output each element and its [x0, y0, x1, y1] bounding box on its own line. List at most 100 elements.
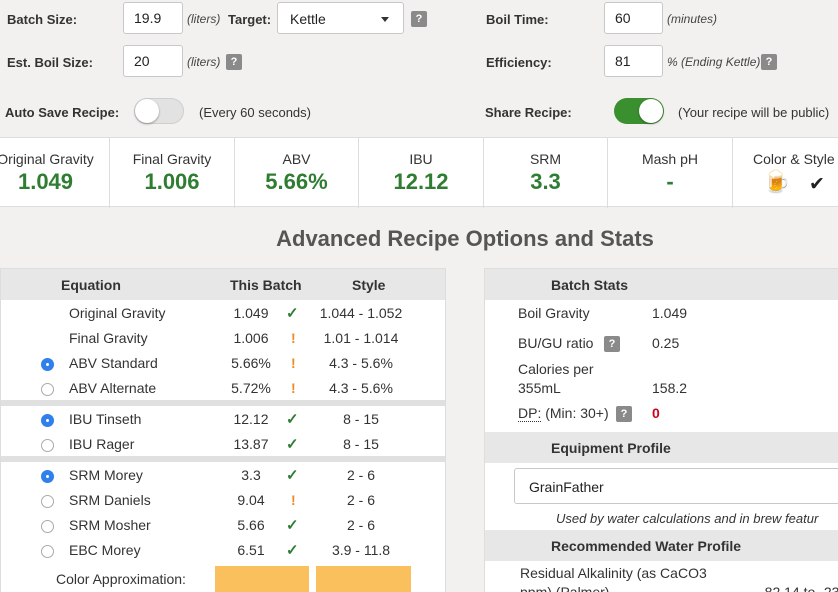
boil-time-label: Boil Time: [486, 12, 549, 27]
est-boil-size-unit: (liters) [187, 55, 221, 69]
stat-title: Mash pH [641, 151, 699, 167]
equation-name: ABV Alternate [69, 380, 157, 396]
batch-value: 1.049 [233, 305, 269, 321]
share-recipe-label: Share Recipe: [485, 105, 572, 120]
residual-alkalinity-label-line1: Residual Alkalinity (as CaCO3 [520, 565, 707, 581]
dp-min: (Min: 30+) [545, 405, 609, 421]
check-icon: ✓ [286, 411, 299, 428]
batch-size-label: Batch Size: [7, 12, 78, 27]
equipment-header: Equipment Profile [485, 432, 838, 463]
col-style: Style [352, 277, 386, 293]
batch-value: 5.72% [231, 380, 271, 396]
equation-radio[interactable] [41, 358, 54, 371]
equation-radio[interactable] [41, 520, 54, 533]
bugu-help-icon[interactable]: ? [604, 336, 620, 352]
stat-value: 12.12 [393, 169, 449, 194]
batch-size-unit: (liters) [187, 12, 221, 26]
equation-name: IBU Rager [69, 436, 135, 452]
stat-mash-ph: Mash pH - [608, 138, 733, 208]
equation-name: IBU Tinseth [69, 411, 142, 427]
style-range: 8 - 15 [343, 436, 379, 452]
equation-name: Original Gravity [69, 305, 166, 321]
batch-stats-title: Batch Stats [551, 277, 629, 293]
bugu-value: 0.25 [652, 335, 680, 351]
equation-radio[interactable] [41, 383, 54, 396]
residual-alkalinity-value: -82.14 to -23 [760, 584, 838, 592]
equation-radio[interactable] [41, 414, 54, 427]
boil-time-input[interactable]: 60 [604, 2, 663, 34]
beer-glass-icon: 🍺 [763, 169, 791, 194]
est-boil-size-input[interactable]: 20 [123, 45, 183, 77]
stat-srm: SRM 3.3 [484, 138, 608, 208]
equipment-select[interactable]: GrainFather [514, 468, 838, 504]
check-icon: ✓ [286, 467, 299, 484]
dp-label: DP: (Min: 30+) [518, 405, 609, 422]
toggle-knob [639, 99, 663, 123]
stat-title: SRM [529, 151, 562, 167]
est-boil-size-label: Est. Boil Size: [7, 55, 93, 70]
toggle-knob [135, 99, 159, 123]
efficiency-help-icon[interactable]: ? [761, 54, 777, 70]
stat-title: IBU [409, 151, 433, 167]
stat-original-gravity: Original Gravity 1.049 [0, 138, 110, 208]
calories-label-line1: Calories per [518, 361, 594, 377]
water-profile-title: Recommended Water Profile [551, 538, 742, 554]
stat-title: Final Gravity [132, 151, 212, 167]
equation-radio[interactable] [41, 439, 54, 452]
bugu-label: BU/GU ratio [518, 335, 594, 351]
share-recipe-toggle[interactable] [614, 98, 664, 124]
equation-radio[interactable] [41, 470, 54, 483]
check-icon: ✓ [286, 305, 299, 322]
style-range: 1.01 - 1.014 [323, 330, 399, 346]
warning-icon: ! [291, 492, 296, 508]
est-boil-help-icon[interactable]: ? [226, 54, 242, 70]
batch-stats-header: Batch Stats [485, 269, 838, 300]
batch-value: 5.66% [231, 355, 271, 371]
col-equation: Equation [61, 277, 121, 293]
check-icon: ✓ [286, 436, 299, 453]
equation-radio[interactable] [41, 495, 54, 508]
equations-header: Equation This Batch Style [1, 269, 445, 300]
dp-help-icon[interactable]: ? [616, 406, 632, 422]
equation-name: ABV Standard [69, 355, 158, 371]
batch-value: 1.006 [233, 330, 269, 346]
auto-save-toggle[interactable] [134, 98, 184, 124]
style-range: 4.3 - 5.6% [329, 380, 393, 396]
batch-size-input[interactable]: 19.9 [123, 2, 183, 34]
equation-name: SRM Morey [69, 467, 143, 483]
efficiency-unit: % (Ending Kettle) [667, 55, 761, 69]
residual-alkalinity-label-line2: ppm) (Palmer) [520, 584, 610, 592]
check-icon: ✓ [286, 517, 299, 534]
stat-abv: ABV 5.66% [235, 138, 359, 208]
stat-title: Original Gravity [0, 151, 94, 167]
style-range: 2 - 6 [346, 492, 375, 508]
equation-name: SRM Daniels [69, 492, 151, 508]
style-range: 4.3 - 5.6% [329, 355, 393, 371]
efficiency-input[interactable]: 81 [604, 45, 663, 77]
target-select[interactable]: Kettle [277, 2, 404, 34]
stat-title: Color & Style [753, 151, 835, 167]
stat-final-gravity: Final Gravity 1.006 [110, 138, 235, 208]
batch-value: 12.12 [233, 411, 269, 427]
batch-value: 6.51 [237, 542, 265, 558]
target-help-icon[interactable]: ? [411, 11, 427, 27]
color-swatch-batch [215, 566, 309, 592]
dp-abbr: DP: [518, 405, 542, 422]
stat-value: 5.66% [265, 169, 328, 194]
stat-value: 3.3 [530, 169, 561, 194]
equipment-title: Equipment Profile [551, 440, 671, 456]
batch-value: 13.87 [233, 436, 269, 452]
boil-gravity-value: 1.049 [652, 305, 688, 321]
col-this-batch: This Batch [230, 277, 302, 293]
equation-name: Final Gravity [69, 330, 148, 346]
chevron-down-icon [381, 17, 389, 22]
section-title: Advanced Recipe Options and Stats [276, 226, 654, 251]
stat-value: - [666, 169, 674, 194]
check-icon: ✓ [286, 542, 299, 559]
equipment-select-value: GrainFather [529, 479, 604, 495]
row-group-divider [1, 456, 445, 462]
style-range: 3.9 - 11.8 [331, 542, 391, 558]
stat-color-style: Color & Style 🍺 ✔ [733, 138, 838, 208]
target-label: Target: [228, 12, 272, 27]
equation-radio[interactable] [41, 545, 54, 558]
